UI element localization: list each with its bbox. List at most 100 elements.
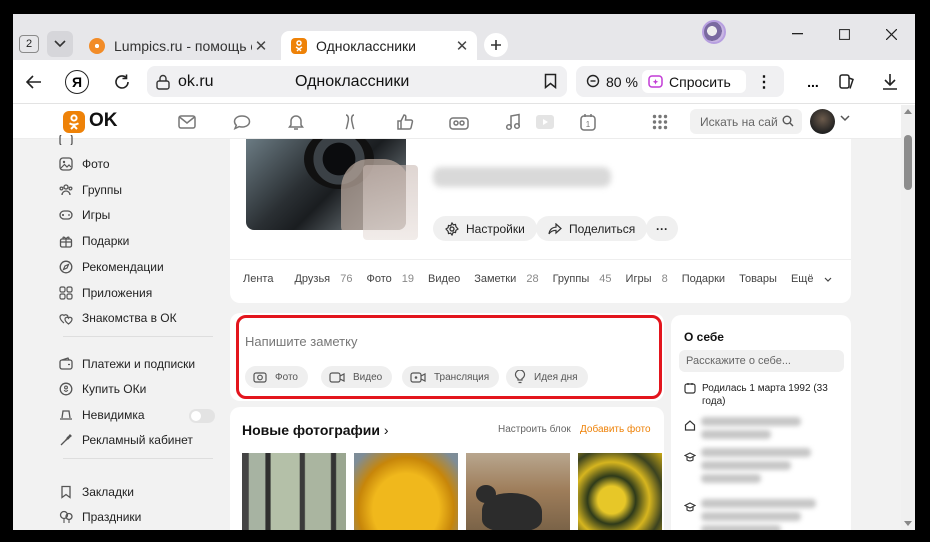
reload-button[interactable] (111, 71, 133, 93)
tab-title: Lumpics.ru - помощь с компьютером (114, 37, 252, 54)
sidebar-item-label: Фото (82, 157, 110, 171)
ask-button[interactable]: Спросить (642, 70, 746, 93)
new-photos-title[interactable]: Новые фотографии › (242, 422, 389, 438)
add-photo-button[interactable]: Фото (245, 366, 308, 388)
idea-of-day-button[interactable]: Идея дня (506, 366, 588, 388)
gear-icon (445, 221, 459, 236)
profile-tabs: Лента Друзья 76 Фото 19 Видео Заметки 28… (243, 273, 839, 285)
tab-goods[interactable]: Товары (739, 273, 784, 285)
close-tab-icon[interactable]: ✕ (453, 37, 471, 55)
share-button[interactable]: Поделиться (536, 216, 648, 241)
tab-more[interactable]: Ещё (791, 273, 832, 285)
sidebar-item-dating[interactable]: Знакомства в ОК (59, 311, 177, 325)
sidebar-item-gifts[interactable]: Подарки (59, 234, 129, 248)
discussions-icon[interactable] (231, 112, 253, 132)
sidebar-item-photo[interactable]: Фото (59, 157, 110, 171)
apps-grid-icon[interactable] (649, 112, 671, 132)
sidebar-item-invisible[interactable]: Невидимка (59, 408, 145, 422)
url-bar[interactable]: ok.ru Одноклассники (147, 66, 567, 97)
tab-feed[interactable]: Лента (243, 273, 287, 285)
scrollbar-thumb[interactable] (904, 135, 912, 190)
video-camera-icon (329, 371, 345, 383)
about-input[interactable]: Расскажите о себе... (679, 350, 844, 372)
user-avatar[interactable] (810, 109, 835, 134)
tab-photos[interactable]: Фото 19 (366, 273, 421, 285)
sidebar-item-payments[interactable]: Платежи и подписки (59, 357, 195, 371)
sidebar-item-recommendations[interactable]: Рекомендации (59, 260, 164, 274)
zoom-button[interactable]: 80 % (576, 74, 642, 90)
zoom-and-assistant: 80 % Спросить ⋮ (576, 66, 784, 97)
photo-thumbnail-autumn-tree[interactable] (354, 453, 458, 530)
ok-header: OK 1 Искать на сайте (13, 105, 901, 139)
profile-name-blurred (433, 167, 611, 187)
add-video-button[interactable]: Видео (321, 366, 393, 388)
browser-window: 2 Lumpics.ru - помощь с компьютером ✕ Од… (13, 14, 915, 530)
sidebar-item-apps[interactable]: Приложения (59, 286, 152, 300)
tab-groups[interactable]: Группы 45 (553, 273, 619, 285)
tab-lumpics[interactable]: Lumpics.ru - помощь с компьютером ✕ (79, 31, 276, 60)
configure-block-link[interactable]: Настроить блок (498, 424, 571, 435)
like-icon[interactable] (394, 112, 416, 132)
sidebar-item-bookmarks[interactable]: Закладки (59, 485, 134, 499)
blurred-info (701, 512, 801, 521)
friends-icon[interactable] (448, 112, 470, 132)
photo-thumbnail-forest[interactable] (242, 453, 346, 530)
photo-thumbnail-leaves[interactable] (578, 453, 662, 530)
photo-thumbnail-cat[interactable] (466, 453, 570, 530)
bookmark-icon[interactable] (544, 73, 557, 89)
zoom-level: 80 % (606, 73, 638, 90)
guests-icon[interactable] (339, 112, 361, 132)
page-scrollbar[interactable] (901, 105, 915, 530)
compass-icon (59, 260, 73, 274)
tab-gifts[interactable]: Подарки (682, 273, 732, 285)
assistant-menu-icon[interactable]: ⋮ (756, 72, 772, 92)
profile-avatar-icon[interactable] (702, 20, 726, 44)
collections-button[interactable] (835, 71, 857, 93)
scroll-up-icon[interactable] (904, 109, 912, 114)
sidebar-item-label: Подарки (82, 234, 130, 248)
video-icon[interactable] (534, 112, 556, 132)
photo-icon (59, 157, 73, 171)
sidebar-item-games[interactable]: Игры (59, 208, 110, 222)
ok-logo-icon[interactable] (63, 111, 85, 133)
sidebar-item-buy-oki[interactable]: Купить ОКи (59, 382, 146, 396)
more-label: ... (807, 74, 819, 90)
broadcast-button[interactable]: Трансляция (402, 366, 500, 388)
settings-label: Настройки (466, 221, 525, 236)
scroll-down-icon[interactable] (904, 521, 912, 526)
music-icon[interactable] (502, 112, 524, 132)
chevron-down-icon (824, 277, 831, 282)
new-tab-button[interactable] (484, 33, 508, 57)
site-search-input[interactable]: Искать на сайте (690, 109, 802, 134)
settings-button[interactable]: Настройки (433, 216, 537, 241)
about-block: О себе Расскажите о себе... Родилась 1 м… (671, 315, 851, 530)
sidebar-item-holidays[interactable]: Праздники (59, 510, 141, 524)
sidebar-item-label: Рекомендации (82, 260, 164, 274)
minimize-button[interactable] (774, 20, 821, 48)
tab-odnoklassniki[interactable]: Одноклассники ✕ (281, 31, 477, 60)
sidebar-item-ads[interactable]: Рекламный кабинет (59, 433, 193, 447)
chevron-down-icon[interactable] (840, 115, 850, 122)
maximize-button[interactable] (821, 20, 868, 48)
add-photo-link[interactable]: Добавить фото (580, 424, 651, 435)
tab-list-button[interactable] (47, 31, 73, 57)
yandex-button[interactable]: Я (65, 70, 89, 94)
invisible-toggle[interactable] (189, 409, 215, 423)
profile-more-button[interactable]: ··· (646, 216, 678, 241)
back-button[interactable] (23, 71, 45, 93)
close-tab-icon[interactable]: ✕ (252, 37, 270, 55)
tab-games[interactable]: Игры 8 (626, 273, 675, 285)
downloads-button[interactable] (879, 71, 901, 93)
note-composer[interactable]: Напишите заметку Фото Видео Трансляция И… (236, 315, 662, 399)
sidebar-item-groups[interactable]: Группы (59, 183, 122, 197)
calendar-icon[interactable]: 1 (577, 112, 599, 132)
tab-video[interactable]: Видео (428, 273, 467, 285)
tab-notes[interactable]: Заметки 28 (474, 273, 545, 285)
tab-count-badge[interactable]: 2 (19, 35, 39, 53)
more-button[interactable]: ... (803, 71, 823, 93)
notifications-icon[interactable] (285, 112, 307, 132)
wallet-icon (59, 357, 73, 370)
close-window-button[interactable] (868, 20, 915, 48)
messages-icon[interactable] (176, 112, 198, 132)
tab-friends[interactable]: Друзья 76 (294, 273, 359, 285)
